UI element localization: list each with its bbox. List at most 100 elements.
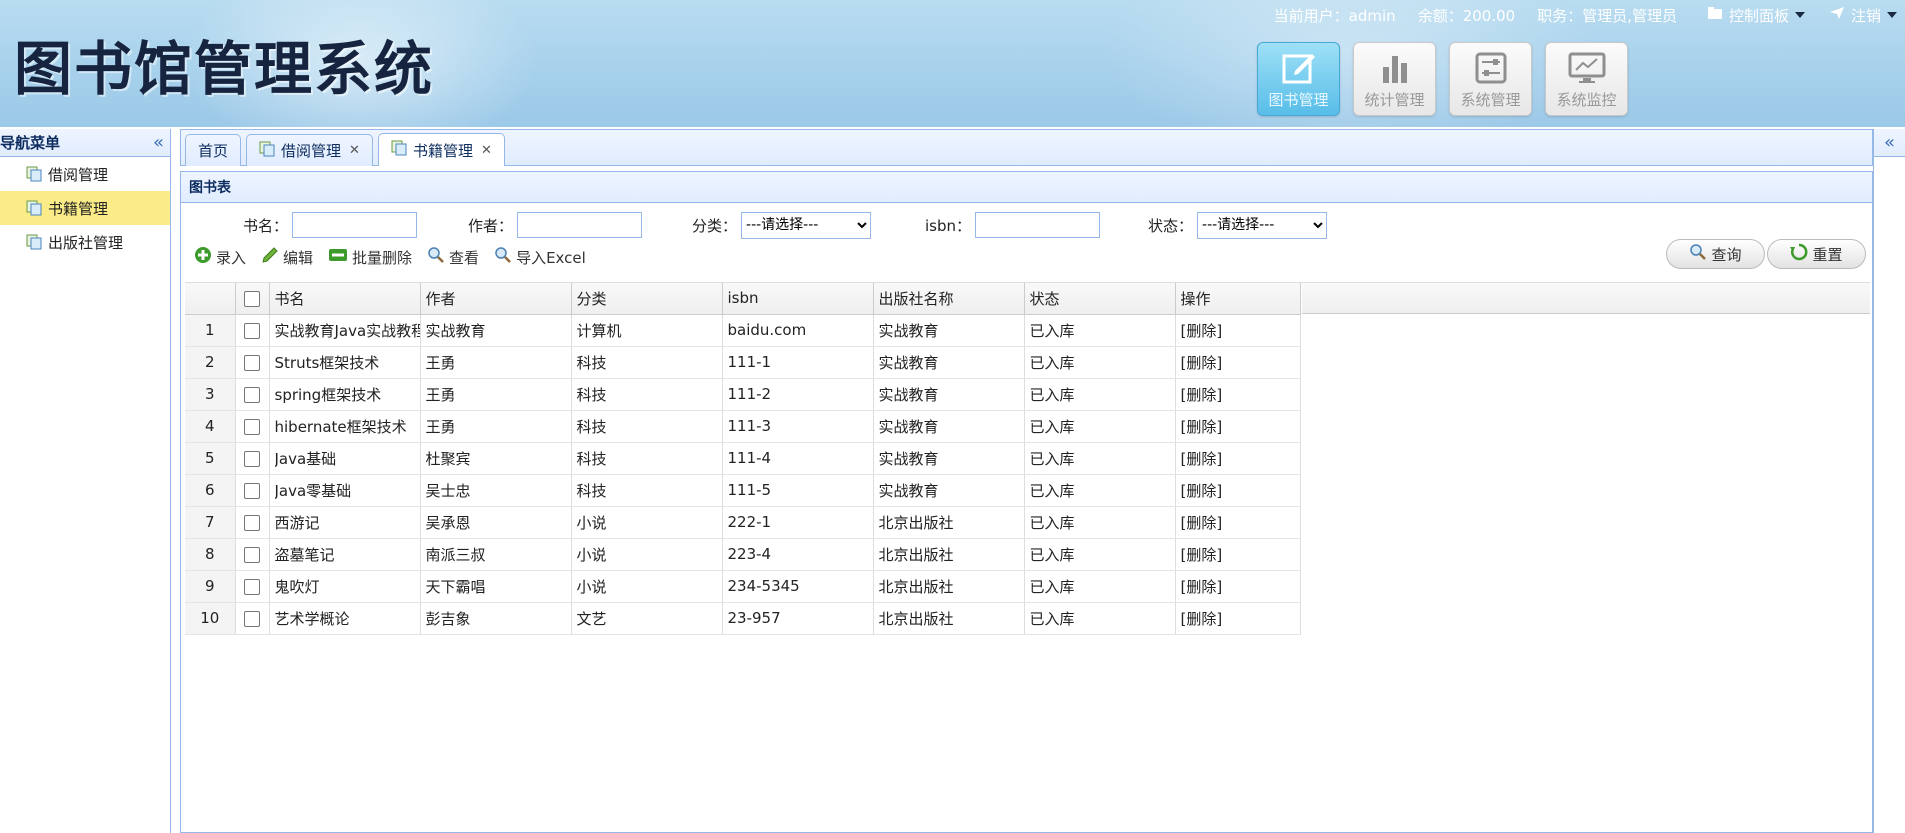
cell-isbn-text: baidu.com: [727, 321, 807, 339]
expand-right-icon[interactable]: «: [1884, 133, 1895, 152]
cell-action[interactable]: [删除]: [1175, 538, 1301, 571]
col-header-action[interactable]: 操作: [1175, 283, 1301, 315]
table-row[interactable]: 6 Java零基础 吴士忠 科技 111-5 实战教育 已入库 [删除]: [185, 474, 1301, 507]
control-panel-menu[interactable]: 控制面板: [1707, 5, 1805, 26]
cell-action[interactable]: [删除]: [1175, 602, 1301, 635]
delete-link[interactable]: [删除]: [1181, 512, 1299, 533]
table-row[interactable]: 2 Struts框架技术 王勇 科技 111-1 实战教育 已入库 [删除]: [185, 346, 1301, 379]
cell-status: 已入库: [1024, 538, 1176, 571]
import-excel-button[interactable]: 导入Excel: [494, 246, 586, 268]
nav-item-publishers[interactable]: 出版社管理: [0, 225, 170, 259]
col-header-author[interactable]: 作者: [420, 283, 572, 315]
col-header-name[interactable]: 书名: [269, 283, 421, 315]
tile-system-management[interactable]: 系统管理: [1449, 42, 1532, 116]
table-row[interactable]: 7 西游记 吴承恩 小说 222-1 北京出版社 已入库 [删除]: [185, 506, 1301, 539]
collapse-left-icon[interactable]: «: [153, 133, 164, 152]
row-checkbox[interactable]: [244, 354, 260, 371]
cell-category-text: 小说: [576, 577, 607, 596]
row-checkbox[interactable]: [244, 610, 260, 627]
current-user: 当前用户：admin: [1273, 6, 1396, 25]
header-filler: [1302, 283, 1870, 314]
delete-link[interactable]: [删除]: [1181, 352, 1299, 373]
isbn-input[interactable]: [975, 212, 1101, 238]
tab-books[interactable]: 书籍管理 ✕: [377, 133, 505, 166]
cell-action[interactable]: [删除]: [1175, 346, 1301, 379]
batch-delete-button[interactable]: 批量删除: [328, 247, 412, 268]
tab-borrow[interactable]: 借阅管理 ✕: [246, 134, 373, 166]
col-header-isbn[interactable]: isbn: [722, 283, 874, 315]
row-checkbox[interactable]: [244, 418, 260, 435]
status-select[interactable]: ---请选择---: [1197, 211, 1328, 239]
cell-category-text: 科技: [576, 449, 607, 468]
select-all-header: [235, 283, 270, 315]
monitor-icon: [1567, 51, 1607, 85]
row-checkbox[interactable]: [244, 578, 260, 595]
category-field: 分类： ---请选择---: [692, 211, 872, 239]
cell-publisher-text: 实战教育: [878, 449, 939, 468]
col-header-category[interactable]: 分类: [571, 283, 723, 315]
delete-link[interactable]: [删除]: [1181, 384, 1299, 405]
cell-publisher-text: 北京出版社: [878, 577, 954, 596]
table-row[interactable]: 8 盗墓笔记 南派三叔 小说 223-4 北京出版社 已入库 [删除]: [185, 538, 1301, 571]
tab-home[interactable]: 首页: [185, 134, 242, 166]
cell-author: 天下霸唱: [420, 570, 572, 603]
reset-button[interactable]: 重置: [1767, 239, 1866, 269]
cell-isbn-text: 111-4: [727, 449, 772, 467]
row-checkbox[interactable]: [244, 322, 260, 339]
send-icon: [1829, 6, 1845, 24]
row-checkbox[interactable]: [244, 386, 260, 403]
logout-menu[interactable]: 注销: [1829, 5, 1897, 26]
book-name-input[interactable]: [292, 212, 418, 238]
row-checkbox[interactable]: [244, 482, 260, 499]
delete-link[interactable]: [删除]: [1181, 416, 1299, 437]
cell-action[interactable]: [删除]: [1175, 570, 1301, 603]
cell-action[interactable]: [删除]: [1175, 314, 1301, 347]
cell-isbn-text: 111-3: [727, 417, 772, 435]
cell-action[interactable]: [删除]: [1175, 474, 1301, 507]
nav-item-books[interactable]: 书籍管理: [0, 191, 170, 225]
cell-isbn: 234-5345: [722, 570, 874, 603]
delete-link[interactable]: [删除]: [1181, 448, 1299, 469]
cell-action[interactable]: [删除]: [1175, 410, 1301, 443]
tile-book-management[interactable]: 图书管理: [1257, 42, 1340, 116]
table-row[interactable]: 3 spring框架技术 王勇 科技 111-2 实战教育 已入库 [删除]: [185, 378, 1301, 411]
cell-name: 鬼吹灯: [269, 570, 421, 603]
close-icon[interactable]: ✕: [349, 143, 360, 158]
category-select[interactable]: ---请选择---: [741, 211, 872, 239]
cell-publisher: 北京出版社: [873, 538, 1025, 571]
cell-name: Java零基础: [269, 474, 421, 507]
delete-link[interactable]: [删除]: [1181, 544, 1299, 565]
add-button[interactable]: 录入: [194, 246, 246, 268]
edit-button[interactable]: 编辑: [261, 246, 313, 268]
col-header-status[interactable]: 状态: [1024, 283, 1176, 315]
table-row[interactable]: 4 hibernate框架技术 王勇 科技 111-3 实战教育 已入库 [删除]: [185, 410, 1301, 443]
delete-link[interactable]: [删除]: [1181, 576, 1299, 597]
row-checkbox[interactable]: [244, 514, 260, 531]
cell-action[interactable]: [删除]: [1175, 378, 1301, 411]
delete-link[interactable]: [删除]: [1181, 320, 1299, 341]
select-all-checkbox[interactable]: [244, 290, 260, 307]
tile-statistics[interactable]: 统计管理: [1353, 42, 1436, 116]
cell-publisher: 实战教育: [873, 474, 1025, 507]
table-row[interactable]: 9 鬼吹灯 天下霸唱 小说 234-5345 北京出版社 已入库 [删除]: [185, 570, 1301, 603]
tile-system-monitor[interactable]: 系统监控: [1545, 42, 1628, 116]
close-icon[interactable]: ✕: [481, 143, 492, 158]
row-checkbox[interactable]: [244, 546, 260, 563]
row-checkbox[interactable]: [244, 450, 260, 467]
row-select-cell: [235, 314, 270, 347]
table-row[interactable]: 1 实战教育Java实战教程 实战教育 计算机 baidu.com 实战教育 已入库 [删除]: [185, 314, 1301, 347]
cell-category: 小说: [571, 506, 723, 539]
query-button[interactable]: 查询: [1666, 239, 1765, 269]
col-header-publisher[interactable]: 出版社名称: [873, 283, 1025, 315]
delete-link[interactable]: [删除]: [1181, 480, 1299, 501]
table-row[interactable]: 10 艺术学概论 彭吉象 文艺 23-957 北京出版社 已入库 [删除]: [185, 602, 1301, 635]
table-row[interactable]: 5 Java基础 杜聚宾 科技 111-4 实战教育 已入库 [删除]: [185, 442, 1301, 475]
author-input[interactable]: [517, 212, 643, 238]
cell-action[interactable]: [删除]: [1175, 442, 1301, 475]
view-button[interactable]: 查看: [427, 246, 479, 268]
row-select-cell: [235, 538, 270, 571]
cell-action[interactable]: [删除]: [1175, 506, 1301, 539]
delete-link[interactable]: [删除]: [1181, 608, 1299, 629]
nav-item-borrow[interactable]: 借阅管理: [0, 157, 170, 191]
cell-name-text: 盗墓笔记: [274, 545, 335, 564]
